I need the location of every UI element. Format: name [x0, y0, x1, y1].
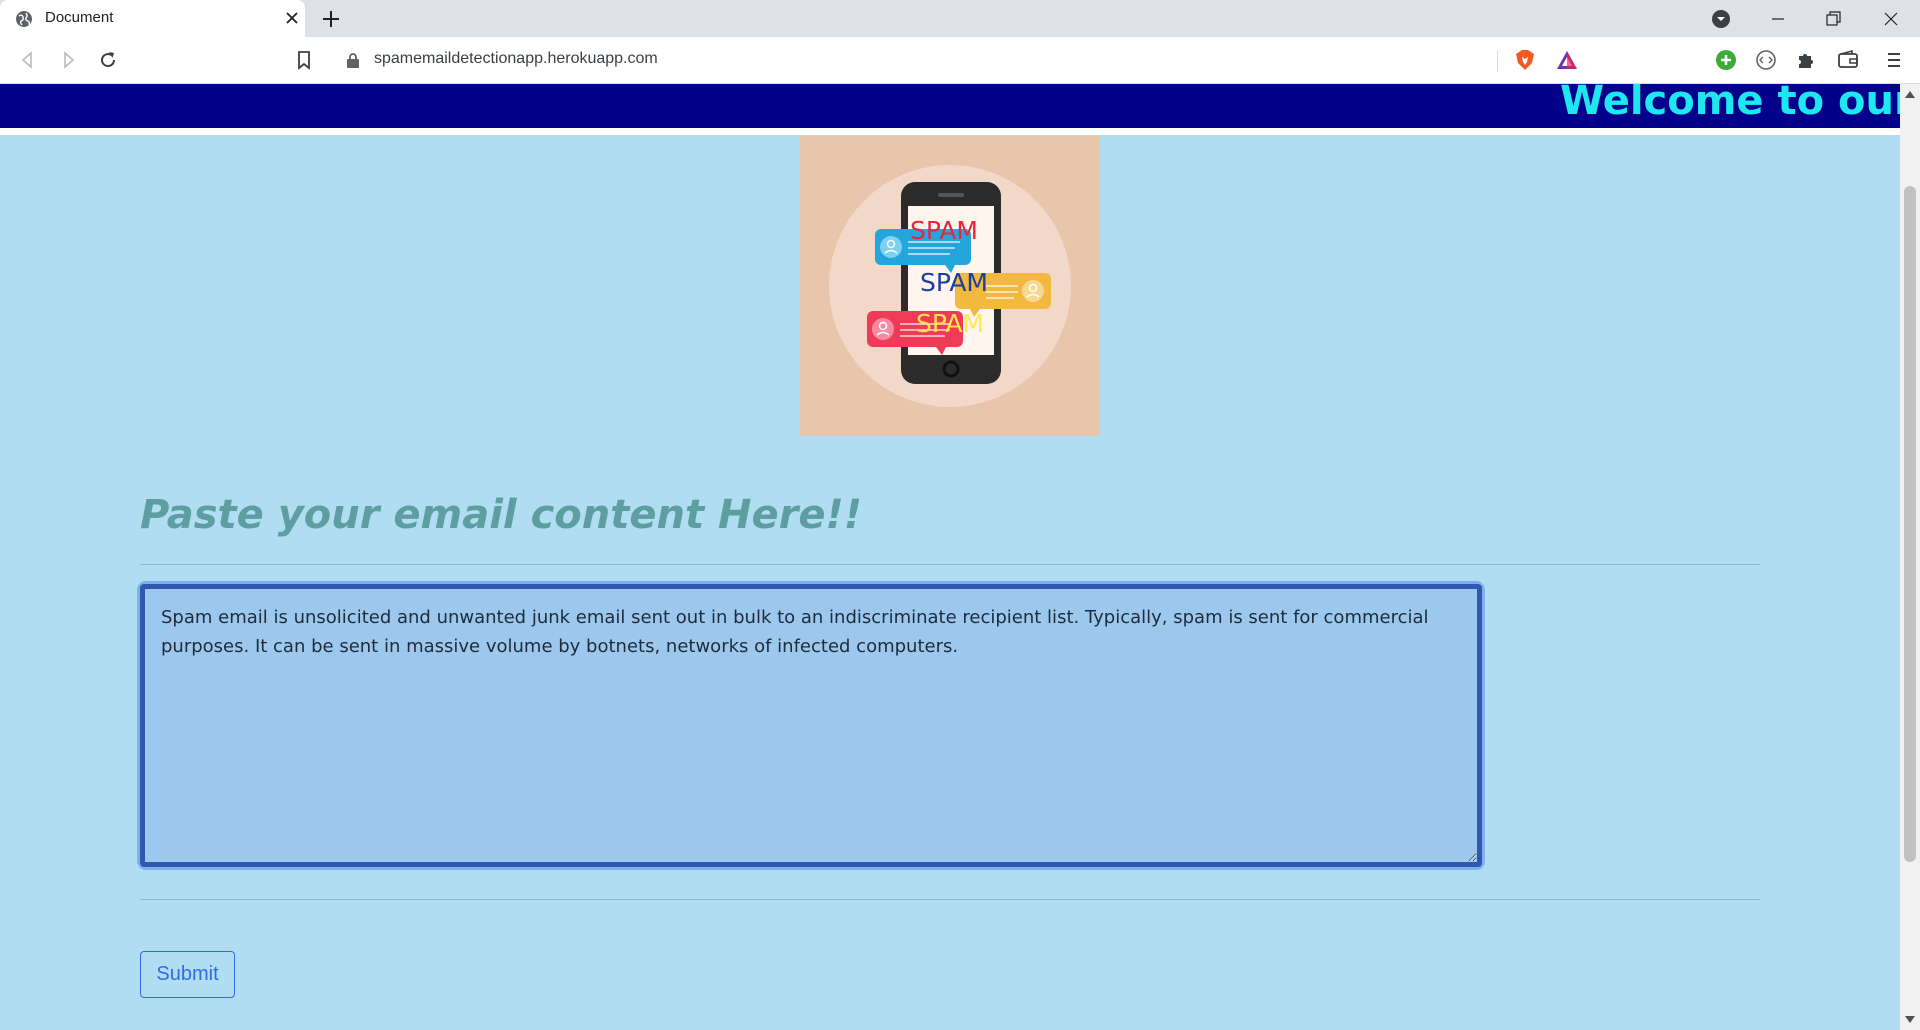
spam-label-bottom: SPAM — [916, 309, 984, 338]
address-bar[interactable]: spamemaildetectionapp.herokuapp.com — [330, 42, 1588, 78]
divider-top — [140, 564, 1760, 565]
spam-label-middle: SPAM — [920, 268, 988, 297]
browser-tab[interactable]: Document — [0, 0, 305, 37]
spam-phone-illustration: SPAM SPAM SPAM — [800, 136, 1100, 436]
bookmark-icon[interactable] — [292, 48, 316, 72]
minimize-icon[interactable] — [1768, 9, 1788, 29]
scroll-down-arrow-icon[interactable] — [1905, 1016, 1915, 1024]
close-tab-icon[interactable] — [282, 8, 302, 28]
submit-button[interactable]: Submit — [140, 951, 235, 998]
brave-rewards-icon[interactable] — [1555, 48, 1579, 72]
new-tab-icon[interactable] — [320, 8, 342, 30]
url-text[interactable]: spamemaildetectionapp.herokuapp.com — [374, 50, 658, 68]
tab-search-icon[interactable] — [1711, 9, 1731, 29]
extensions-puzzle-icon[interactable] — [1794, 48, 1818, 72]
tab-title: Document — [45, 9, 114, 26]
page-heading: Paste your email content Here!! — [140, 492, 862, 538]
browser-toolbar: spamemaildetectionapp.herokuapp.com — [0, 37, 1920, 84]
scrollbar-thumb[interactable] — [1904, 186, 1916, 862]
email-input-focus-ring: Spam email is unsolicited and unwanted j… — [140, 584, 1482, 867]
globe-icon — [16, 11, 32, 27]
banner-divider — [0, 128, 1900, 135]
wallet-icon[interactable] — [1836, 48, 1860, 72]
omnibox-divider — [1497, 50, 1498, 72]
forward-icon[interactable] — [56, 48, 80, 72]
spam-illustration-svg: SPAM SPAM SPAM — [829, 165, 1071, 407]
browser-tabstrip: Document — [0, 0, 1920, 37]
menu-icon[interactable] — [1882, 48, 1906, 72]
extension-green-plus-icon[interactable] — [1714, 48, 1738, 72]
divider-bottom — [140, 899, 1760, 900]
lock-icon[interactable] — [346, 52, 360, 68]
welcome-banner: Welcome to our W — [0, 84, 1900, 128]
page-viewport: Welcome to our W — [0, 84, 1900, 1030]
vertical-scrollbar[interactable] — [1900, 84, 1920, 1030]
brave-shields-icon[interactable] — [1513, 48, 1537, 72]
restore-icon[interactable] — [1823, 9, 1843, 29]
scroll-up-arrow-icon[interactable] — [1905, 90, 1915, 98]
window-close-icon[interactable] — [1881, 9, 1901, 29]
extension-code-icon[interactable] — [1754, 48, 1778, 72]
banner-marquee-text: Welcome to our W — [1560, 84, 1900, 124]
spam-label-top: SPAM — [910, 216, 978, 245]
email-content-textarea[interactable]: Spam email is unsolicited and unwanted j… — [140, 584, 1482, 867]
back-icon[interactable] — [16, 48, 40, 72]
reload-icon[interactable] — [96, 48, 120, 72]
